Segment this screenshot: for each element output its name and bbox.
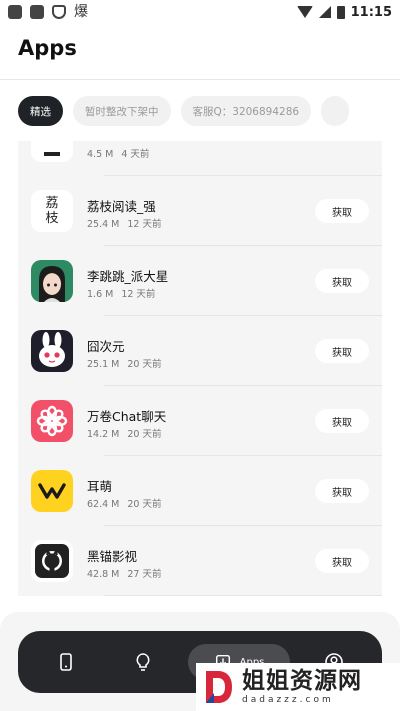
get-button[interactable]: 获取 — [315, 269, 369, 293]
filter-chips: 精选 暂时整改下架中 客服Q：3206894286 — [18, 96, 350, 126]
chip-support[interactable]: 客服Q：3206894286 — [180, 96, 312, 126]
app-name: 荔枝阅读_强 — [87, 199, 156, 214]
crown-m-logo-icon — [31, 470, 73, 512]
wifi-icon — [296, 6, 313, 18]
page-title: Apps — [18, 36, 77, 60]
app-meta: 42.8 M 27 天前 — [87, 569, 162, 580]
app-name: 李跳跳_派大星 — [87, 269, 169, 284]
battery-icon — [336, 5, 345, 19]
list-item[interactable]: 黑锚影视 42.8 M 27 天前 获取 — [18, 526, 382, 596]
status-left-icons: 爆 — [8, 5, 88, 19]
lizhi-calligraphy-icon: 荔枝 — [31, 190, 73, 232]
chip-more[interactable] — [321, 96, 350, 126]
app-name: 万卷Chat聊天 — [87, 409, 167, 424]
flower-logo-icon — [31, 400, 73, 442]
chip-featured[interactable]: 精选 — [18, 96, 63, 126]
app-name: 黑锚影视 — [87, 549, 138, 564]
notification-icon — [8, 5, 22, 19]
app-list: 4.5 M4 天前 荔枝 荔枝阅读_强 25.4 M 12 天前 获取 李跳跳_派… — [18, 141, 382, 596]
lightbulb-icon — [136, 653, 150, 671]
github-octocat-icon — [31, 540, 73, 582]
shield-icon — [52, 5, 66, 19]
watermark-title: 姐姐资源网 — [242, 668, 362, 694]
watermark-subtitle: dadazzz.com — [242, 695, 334, 705]
status-right-icons: 11:15 — [296, 4, 392, 20]
partial-app-icon — [31, 141, 73, 162]
app-meta: 25.4 M 12 天前 — [87, 219, 162, 230]
header-divider — [0, 79, 400, 80]
notification-icon — [30, 5, 44, 19]
rabbit-mascot-icon — [31, 330, 73, 372]
app-meta: 14.2 M 20 天前 — [87, 429, 162, 440]
list-item[interactable]: 囧次元 25.1 M 20 天前 获取 — [18, 316, 382, 386]
phone-icon — [60, 653, 72, 671]
get-button[interactable]: 获取 — [315, 339, 369, 363]
app-meta: 1.6 M 12 天前 — [87, 289, 156, 300]
list-item[interactable]: 万卷Chat聊天 14.2 M 20 天前 获取 — [18, 386, 382, 456]
nav-phone[interactable] — [48, 644, 84, 680]
chip-notice[interactable]: 暂时整改下架中 — [73, 96, 171, 126]
anime-girl-avatar-icon — [31, 260, 73, 302]
watermark: 姐姐资源网 dadazzz.com — [196, 663, 400, 711]
app-name: 耳萌 — [87, 479, 113, 494]
list-item[interactable]: 李跳跳_派大星 1.6 M 12 天前 获取 — [18, 246, 382, 316]
list-item[interactable]: 耳萌 62.4 M 20 天前 获取 — [18, 456, 382, 526]
app-meta: 25.1 M 20 天前 — [87, 359, 162, 370]
watermark-logo-icon — [206, 671, 232, 703]
signal-icon — [318, 6, 331, 18]
notification-glyph: 爆 — [74, 4, 88, 20]
get-button[interactable]: 获取 — [315, 409, 369, 433]
app-meta: 62.4 M 20 天前 — [87, 499, 162, 510]
list-item[interactable]: 荔枝 荔枝阅读_强 25.4 M 12 天前 获取 — [18, 176, 382, 246]
app-meta: 4.5 M4 天前 — [87, 149, 150, 160]
status-bar: 爆 11:15 — [0, 0, 400, 24]
get-button[interactable]: 获取 — [315, 199, 369, 223]
status-time: 11:15 — [350, 4, 392, 20]
get-button[interactable]: 获取 — [315, 479, 369, 503]
get-button[interactable]: 获取 — [315, 549, 369, 573]
app-name: 囧次元 — [87, 339, 125, 354]
nav-ideas[interactable] — [125, 644, 161, 680]
list-item[interactable]: 4.5 M4 天前 — [18, 141, 382, 176]
